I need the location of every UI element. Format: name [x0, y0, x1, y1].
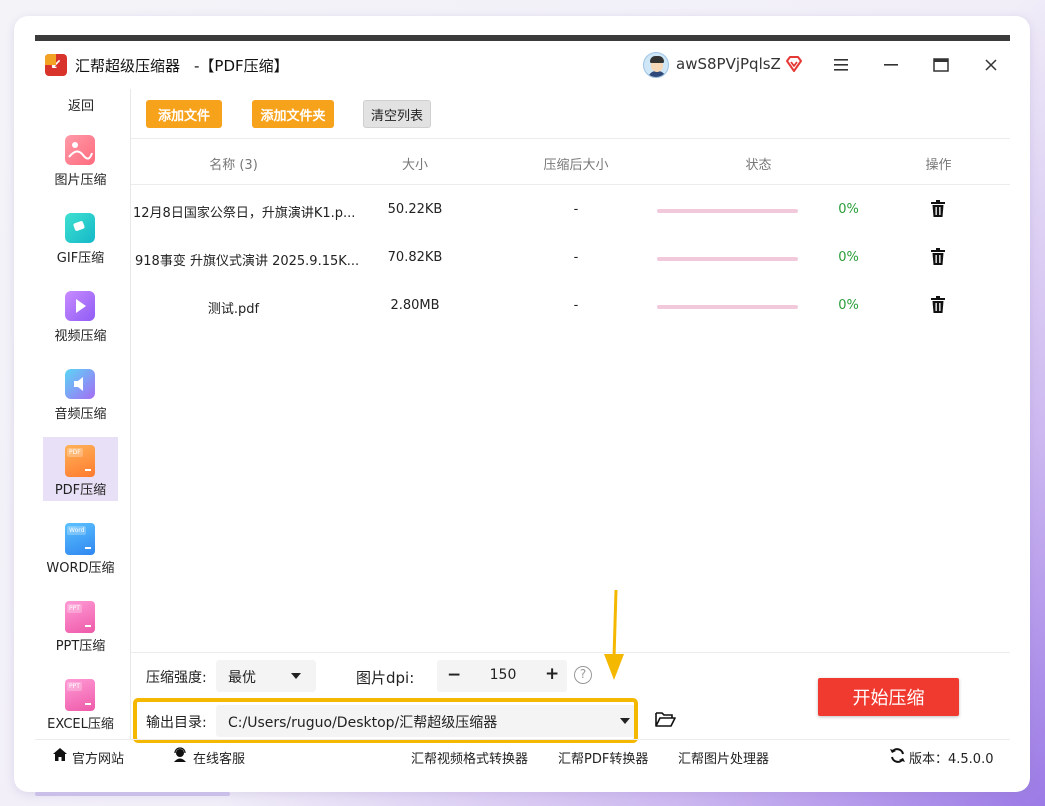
file-table-header: 名称 (3) 大小 压缩后大小 状态 操作: [131, 139, 1010, 185]
sidebar-item-label: PPT压缩: [55, 639, 106, 654]
trash-icon[interactable]: [930, 200, 946, 218]
refresh-icon[interactable]: [889, 747, 906, 764]
sidebar-item-pdf-compress[interactable]: PDF PDF压缩: [43, 437, 118, 501]
audio-compress-icon: [65, 369, 95, 399]
ppt-compress-icon: PPT: [65, 601, 95, 633]
file-size: 2.80MB: [390, 298, 440, 313]
dpi-value[interactable]: 150: [487, 667, 519, 683]
sidebar-item-label: WORD压缩: [46, 561, 115, 576]
gif-compress-icon: [65, 213, 95, 243]
compression-strength-label: 压缩强度:: [146, 670, 207, 686]
version-label: 版本：4.5.0.0: [909, 752, 994, 767]
status-bar: 官方网站 在线客服 汇帮视频格式转换器 汇帮PDF转换器 汇帮图片处理器 版本：…: [35, 739, 1010, 771]
column-header-action: 操作: [925, 158, 952, 173]
trash-icon[interactable]: [930, 296, 946, 314]
minimize-icon[interactable]: [877, 51, 905, 79]
online-service-link[interactable]: 在线客服: [193, 748, 245, 767]
annotation-highlight-box: [133, 698, 638, 743]
back-button[interactable]: 返回: [35, 95, 127, 114]
title-bar: ↙ 汇帮超级压缩器 -【PDF压缩】 awS8PVjPqlsZ: [35, 41, 1010, 89]
compressed-size: -: [573, 298, 579, 313]
progress-percent: 0%: [838, 202, 859, 217]
sidebar-item-excel-compress[interactable]: PPT EXCEL压缩: [43, 671, 118, 735]
video-converter-link[interactable]: 汇帮视频格式转换器: [411, 748, 528, 767]
sidebar-item-gif-compress[interactable]: GIF压缩: [43, 205, 118, 269]
column-header-status: 状态: [745, 158, 772, 173]
table-row[interactable]: 测试.pdf 2.80MB - 0%: [131, 282, 1010, 330]
folder-open-icon[interactable]: [655, 711, 676, 728]
start-compress-button[interactable]: 开始压缩: [818, 678, 959, 716]
progress-percent: 0%: [838, 298, 859, 313]
sidebar: 返回 图片压缩 GIF压缩 视频压缩 音频压缩 PDF PDF压缩 Word W…: [35, 89, 131, 739]
trash-icon[interactable]: [930, 248, 946, 266]
hamburger-menu-icon[interactable]: [827, 51, 855, 79]
compression-strength-select[interactable]: 最优: [216, 660, 316, 692]
home-icon: [53, 748, 67, 761]
dpi-label: 图片dpi:: [356, 669, 415, 687]
file-name: 12月8日国家公祭日，升旗演讲K1.p...: [133, 206, 356, 221]
table-row[interactable]: 12月8日国家公祭日，升旗演讲K1.p... 50.22KB - 0%: [131, 186, 1010, 234]
clear-list-button[interactable]: 清空列表: [363, 100, 431, 128]
sidebar-item-ppt-compress[interactable]: PPT PPT压缩: [43, 593, 118, 657]
file-name: 918事变 升旗仪式演讲 2025.9.15K...: [135, 254, 360, 269]
app-title: 汇帮超级压缩器: [75, 56, 181, 75]
sidebar-item-label: 音频压缩: [54, 407, 107, 422]
dpi-stepper[interactable]: − 150 +: [437, 660, 567, 692]
progress-bar: [657, 305, 798, 309]
pdf-converter-link[interactable]: 汇帮PDF转换器: [558, 748, 648, 767]
add-folder-button[interactable]: 添加文件夹: [252, 100, 334, 128]
image-compress-icon: [65, 135, 95, 165]
image-processor-link[interactable]: 汇帮图片处理器: [678, 748, 769, 767]
compressed-size: -: [573, 250, 579, 265]
sidebar-item-audio-compress[interactable]: 音频压缩: [43, 361, 118, 425]
column-header-name[interactable]: 名称 (3): [191, 154, 276, 173]
pdf-compress-icon: PDF: [65, 445, 95, 477]
dpi-minus-button[interactable]: −: [447, 665, 461, 685]
column-header-size[interactable]: 大小: [381, 154, 449, 173]
sidebar-item-label: 图片压缩: [54, 173, 107, 188]
mode-title: -【PDF压缩】: [194, 56, 289, 75]
progress-bar: [657, 257, 798, 261]
sidebar-item-label: PDF压缩: [54, 483, 107, 498]
user-avatar[interactable]: [643, 52, 669, 78]
sidebar-item-label: 视频压缩: [54, 329, 107, 344]
vip-diamond-icon[interactable]: [784, 54, 804, 74]
sidebar-item-video-compress[interactable]: 视频压缩: [43, 283, 118, 347]
table-row[interactable]: 918事变 升旗仪式演讲 2025.9.15K... 70.82KB - 0%: [131, 234, 1010, 282]
column-header-compressed-size[interactable]: 压缩后大小: [531, 154, 621, 173]
word-compress-icon: Word: [65, 523, 95, 555]
chevron-down-icon: [291, 673, 301, 679]
progress-percent: 0%: [838, 250, 859, 265]
progress-bar: [657, 209, 798, 213]
file-size: 70.82KB: [387, 250, 443, 265]
annotation-arrow-icon: [604, 589, 624, 680]
bottom-scroll-strip: [35, 792, 230, 796]
sidebar-item-label: EXCEL压缩: [47, 717, 114, 732]
file-size: 50.22KB: [387, 202, 443, 217]
add-file-button[interactable]: 添加文件: [146, 100, 222, 128]
help-icon[interactable]: ?: [574, 666, 592, 684]
settings-divider: [131, 652, 1010, 653]
close-icon[interactable]: [977, 51, 1005, 79]
sidebar-item-label: GIF压缩: [56, 251, 105, 266]
excel-compress-icon: PPT: [65, 679, 95, 711]
sidebar-item-word-compress[interactable]: Word WORD压缩: [43, 515, 118, 579]
customer-service-icon: [174, 747, 186, 762]
official-site-link[interactable]: 官方网站: [72, 748, 124, 767]
maximize-icon[interactable]: [927, 51, 955, 79]
file-name: 测试.pdf: [207, 302, 260, 317]
compression-strength-value: 最优: [228, 670, 256, 686]
sidebar-item-image-compress[interactable]: 图片压缩: [43, 127, 118, 191]
username[interactable]: awS8PVjPqlsZ: [676, 55, 781, 73]
app-logo-icon: ↙: [45, 54, 67, 76]
video-compress-icon: [65, 291, 95, 321]
dpi-plus-button[interactable]: +: [545, 664, 559, 684]
compressed-size: -: [573, 202, 579, 217]
